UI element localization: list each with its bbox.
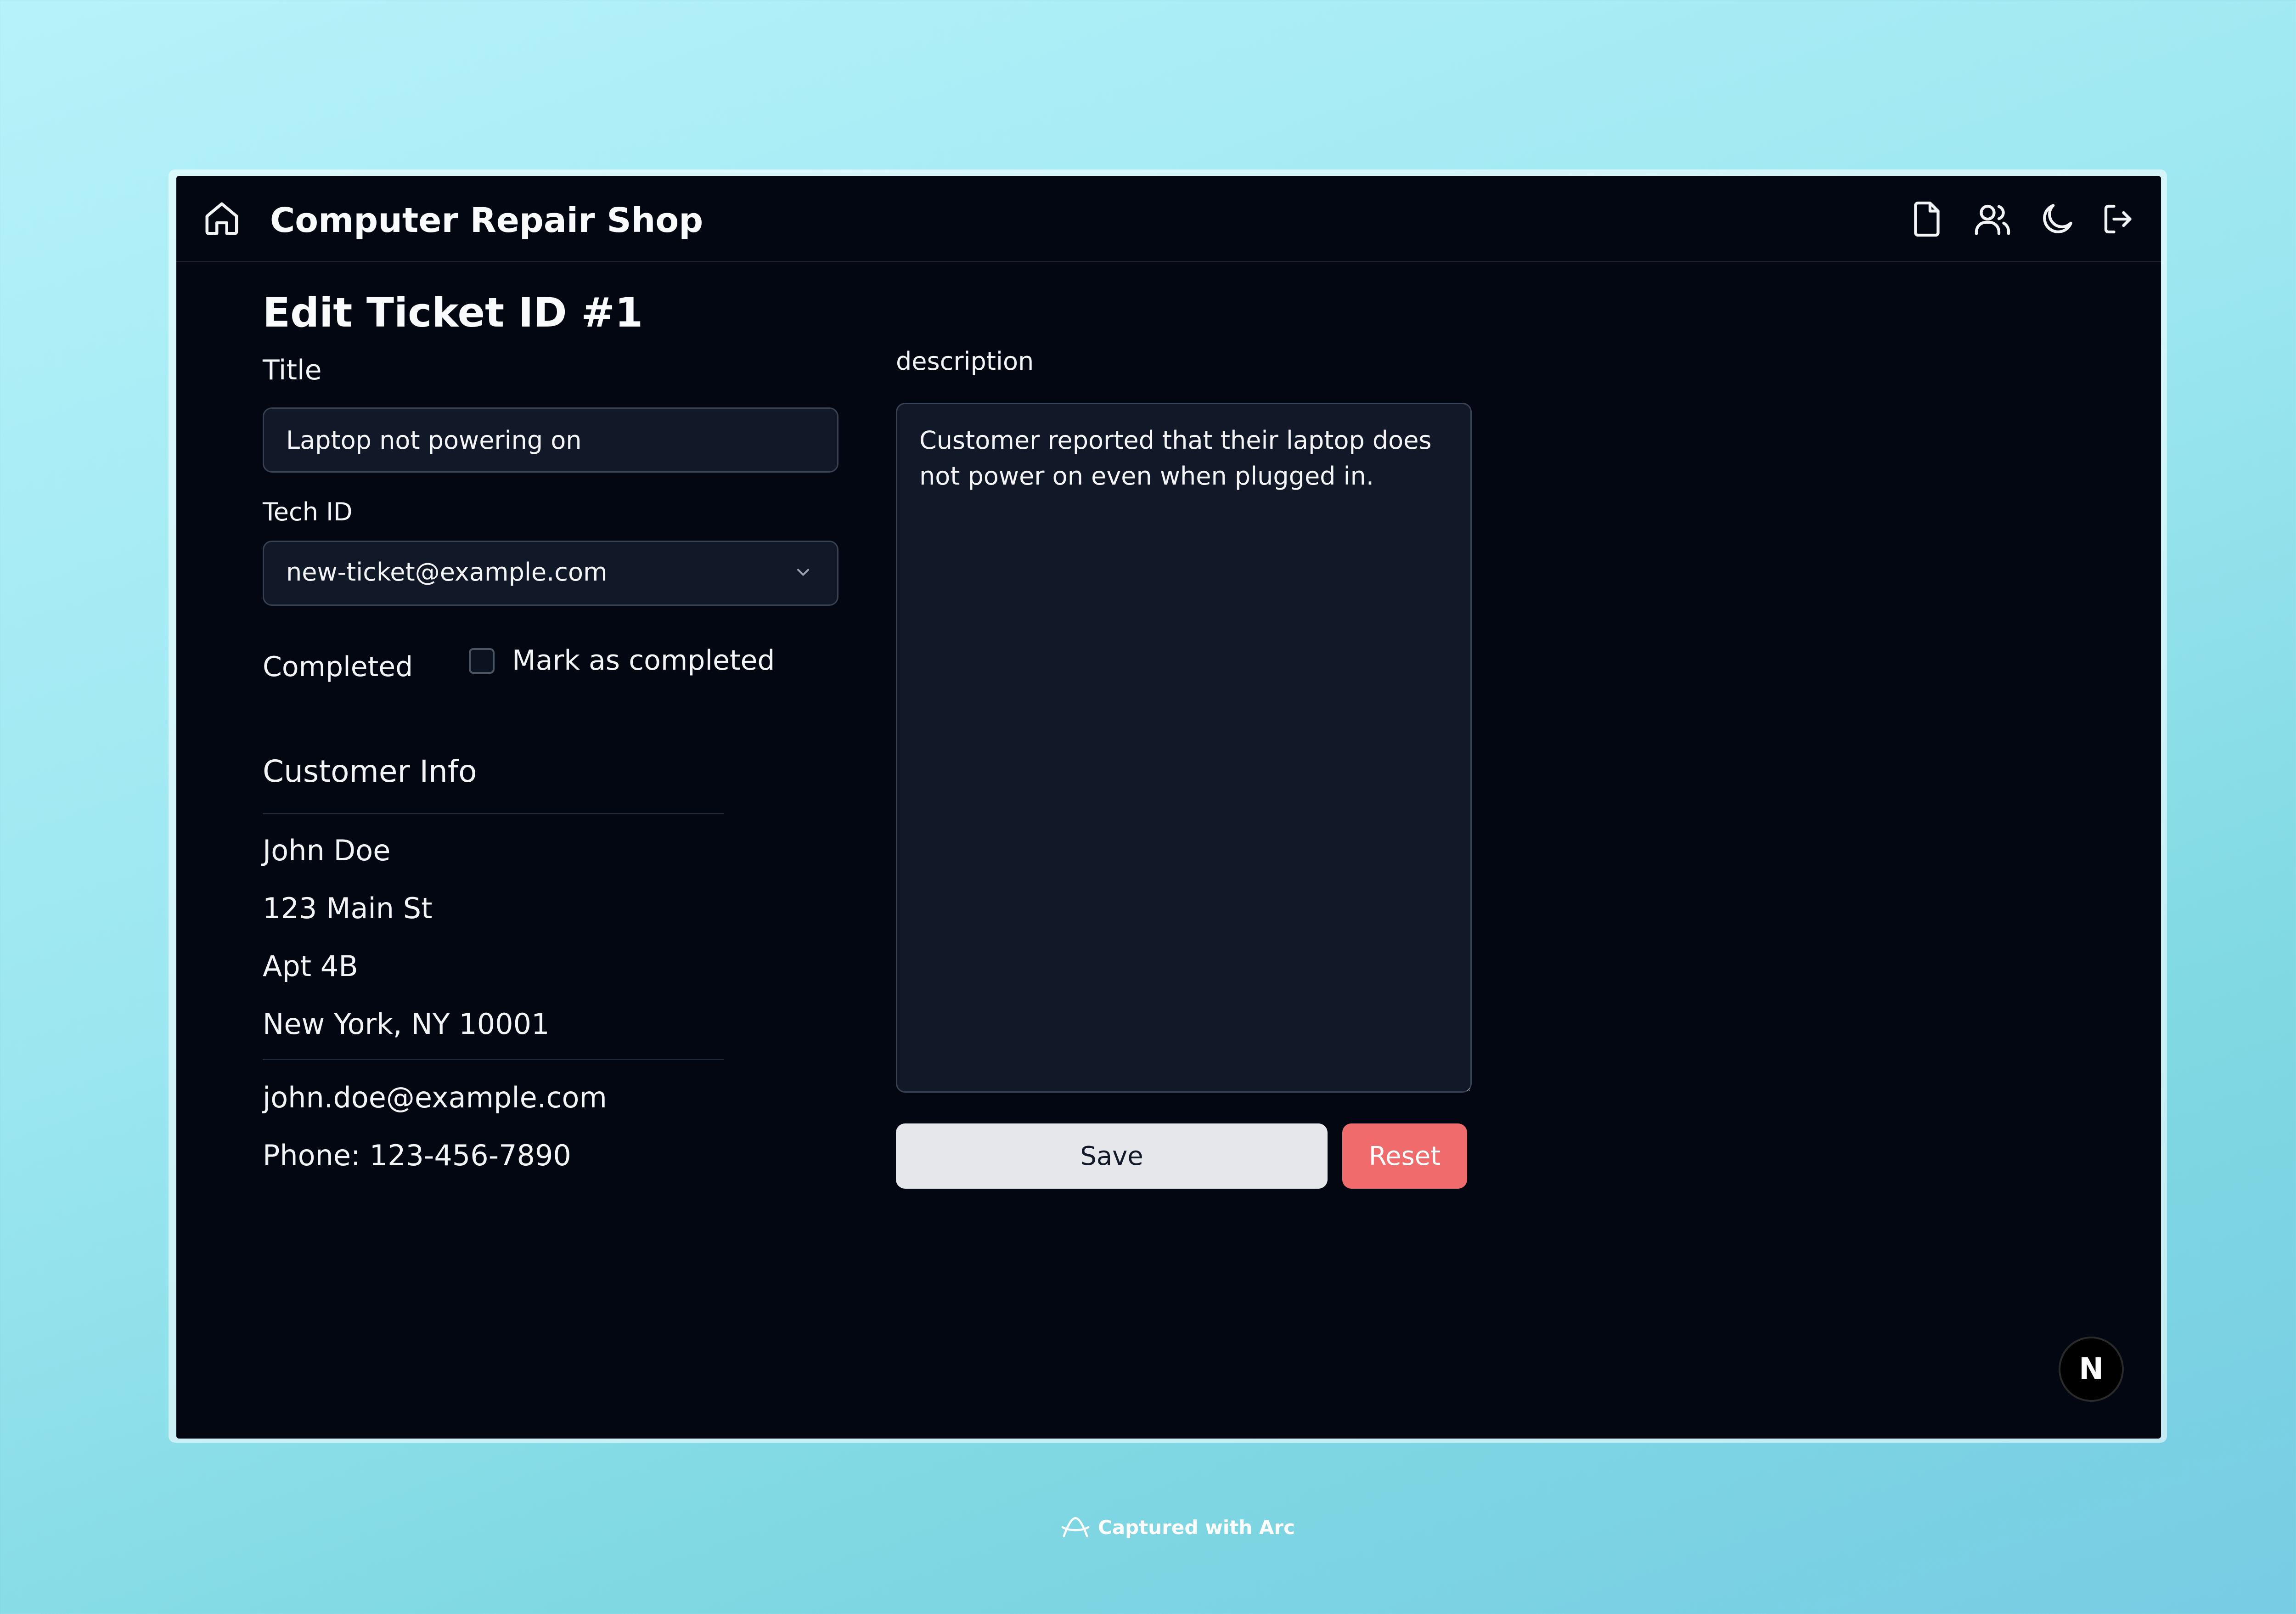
capture-footer-text: Captured with Arc [1098,1516,1295,1539]
logout-icon[interactable] [2099,200,2138,238]
customer-info-divider [263,813,724,814]
customer-name: John Doe [263,834,391,867]
title-label: Title [263,354,322,386]
tech-id-select[interactable]: new-ticket@example.com [263,541,838,606]
tech-id-selected-value: new-ticket@example.com [286,558,608,587]
chevron-down-icon [797,569,810,576]
users-icon[interactable] [1973,200,2012,238]
customer-info-heading: Customer Info [263,754,477,789]
description-textarea[interactable]: Customer reported that their laptop does… [896,403,1472,1093]
page-title: Edit Ticket ID #1 [263,289,643,336]
description-label: description [896,347,1034,376]
tech-id-label: Tech ID [263,497,353,526]
customer-address-line2: Apt 4B [263,949,358,983]
customer-email: john.doe@example.com [263,1081,607,1114]
moon-icon[interactable] [2038,200,2077,238]
completed-label: Completed [263,651,413,683]
customer-phone: Phone: 123-456-7890 [263,1139,571,1172]
completed-checkbox[interactable] [469,648,495,674]
file-icon[interactable] [1908,200,1946,238]
save-button[interactable]: Save [896,1123,1328,1189]
arc-logo-icon [1061,1517,1090,1537]
top-nav: Computer Repair Shop [176,176,2161,262]
completed-checkbox-label[interactable]: Mark as completed [512,644,775,677]
app-title[interactable]: Computer Repair Shop [270,201,703,240]
title-input[interactable] [286,409,791,471]
customer-contact-divider [263,1059,724,1060]
app-window: Computer Repair Shop Edit Ticket ID #1 T… [176,176,2161,1439]
reset-button[interactable]: Reset [1342,1123,1467,1189]
title-field[interactable] [263,407,838,473]
customer-city-line: New York, NY 10001 [263,1007,550,1041]
capture-footer: Captured with Arc [1059,1511,1295,1543]
home-icon[interactable] [202,199,242,238]
nextjs-dev-badge[interactable]: N [2059,1337,2124,1402]
customer-address-line1: 123 Main St [263,892,433,925]
